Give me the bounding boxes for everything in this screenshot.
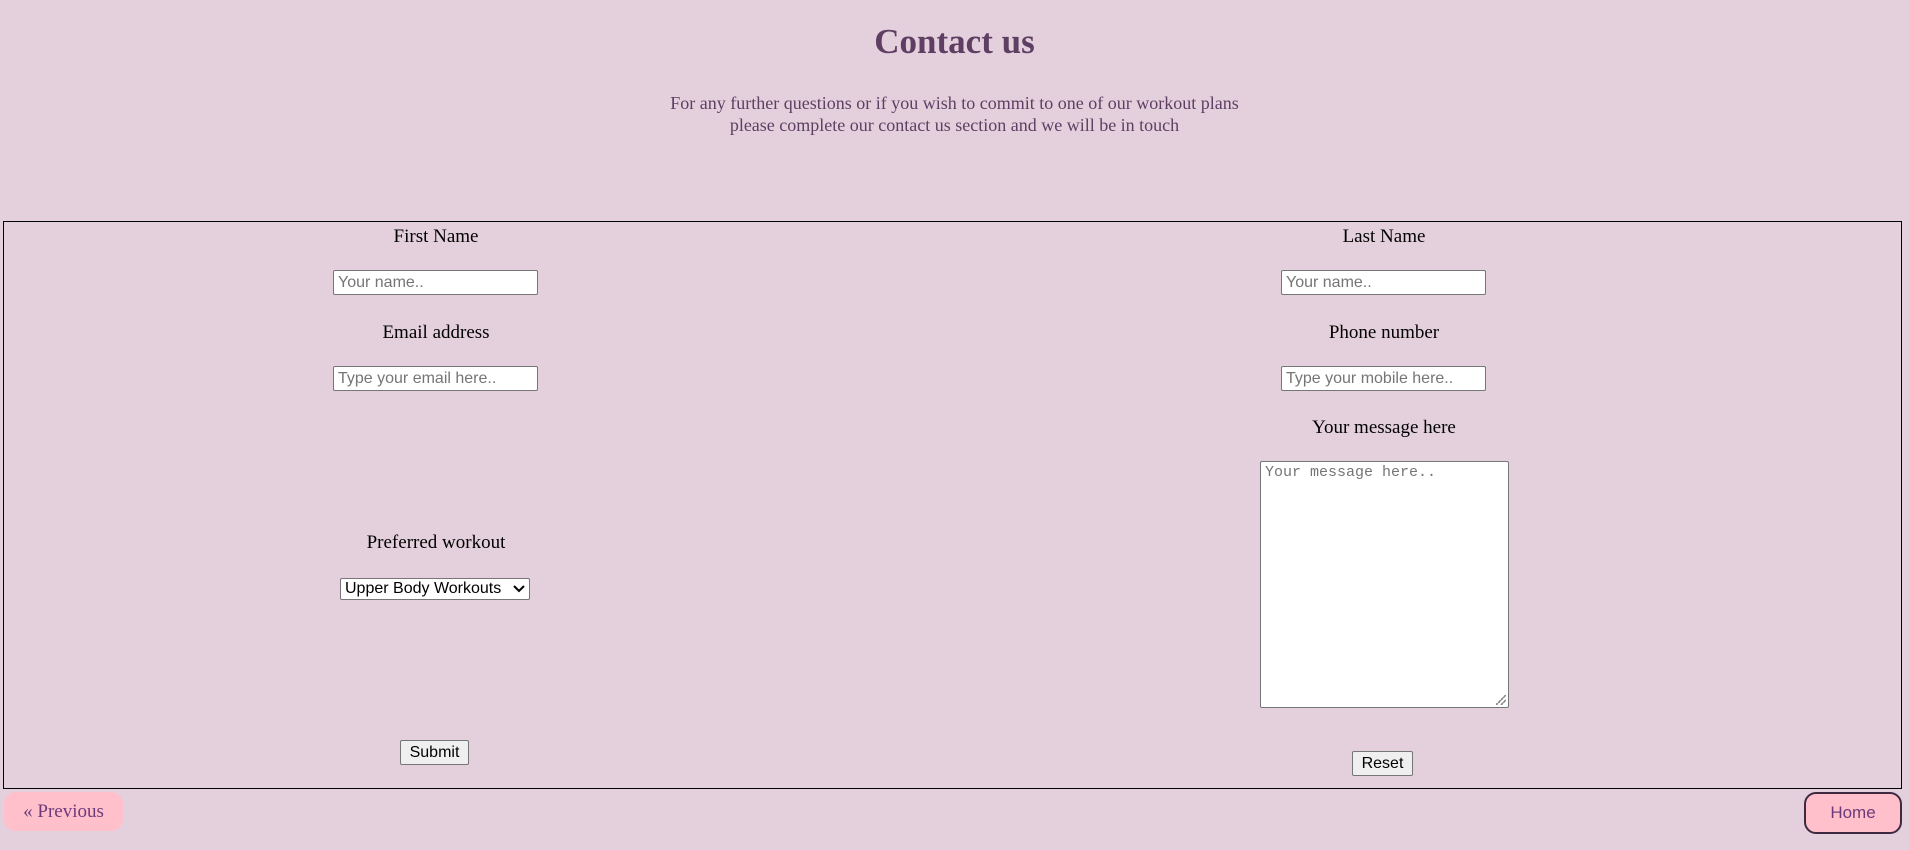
workout-select[interactable]: Upper Body Workouts — [340, 578, 530, 600]
resize-handle-icon[interactable] — [1496, 695, 1506, 705]
message-label: Your message here — [1312, 417, 1456, 438]
intro-line-2: please complete our contact us section a… — [729, 115, 1180, 135]
preferred-workout-label: Preferred workout — [366, 532, 506, 553]
submit-button[interactable]: Submit — [400, 740, 469, 765]
first-name-input[interactable] — [333, 270, 538, 295]
first-name-label: First Name — [393, 226, 479, 247]
intro-text: For any further questions or if you wish… — [0, 92, 1909, 136]
home-button[interactable]: Home — [1804, 792, 1902, 834]
previous-button[interactable]: « Previous — [4, 792, 123, 831]
email-label: Email address — [382, 322, 490, 343]
message-textarea[interactable]: Your message here.. — [1260, 461, 1509, 708]
chevron-down-icon — [513, 582, 525, 596]
last-name-label: Last Name — [1342, 226, 1426, 247]
last-name-input[interactable] — [1281, 270, 1486, 295]
workout-select-value: Upper Body Workouts — [345, 580, 502, 597]
reset-button[interactable]: Reset — [1352, 751, 1413, 776]
intro-line-1: For any further questions or if you wish… — [670, 93, 1239, 113]
message-placeholder: Your message here.. — [1265, 464, 1437, 481]
contact-form: First Name Email address Preferred worko… — [3, 221, 1902, 789]
phone-input[interactable] — [1281, 366, 1486, 391]
phone-label: Phone number — [1328, 322, 1440, 343]
page-title: Contact us — [874, 22, 1035, 61]
email-input[interactable] — [333, 366, 538, 391]
